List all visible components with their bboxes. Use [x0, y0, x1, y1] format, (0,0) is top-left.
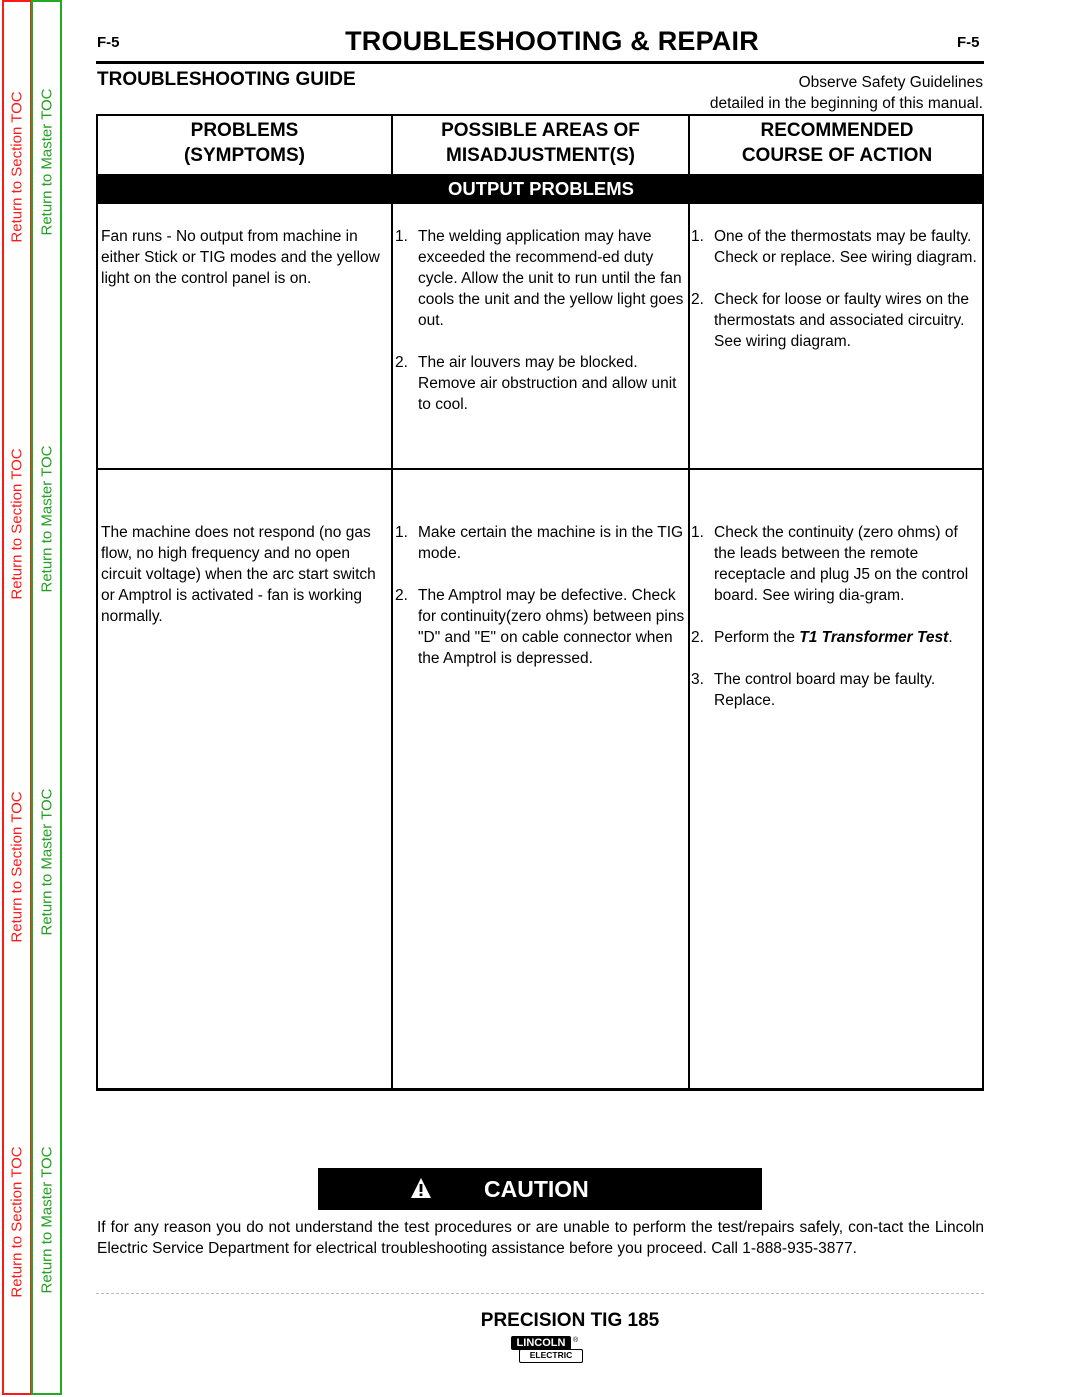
caution-banner: CAUTION: [318, 1168, 762, 1210]
list-item: 2. The Amptrol may be defective. Check f…: [395, 585, 687, 669]
section-band-output-problems: OUTPUT PROBLEMS: [98, 174, 984, 204]
column-header-line: RECOMMENDED: [760, 120, 914, 141]
item-number: 1.: [395, 524, 408, 541]
item-text: The welding application may have exceede…: [418, 228, 684, 329]
row-divider: [98, 468, 984, 470]
column-header-line: COURSE OF ACTION: [741, 145, 933, 166]
t1-transformer-test-reference[interactable]: T1 Transformer Test: [799, 629, 948, 646]
item-text: Check the continuity (zero ohms) of the …: [714, 524, 969, 604]
table-row-1-causes: 1. The welding application may have exce…: [395, 226, 687, 415]
footer-divider: [96, 1293, 984, 1294]
master-toc-bar: Return to Master TOC Return to Master TO…: [31, 0, 62, 1395]
item-number: 1.: [691, 228, 704, 245]
table-row-2-causes: 1. Make certain the machine is in the TI…: [395, 522, 687, 669]
item-text: The air louvers may be blocked. Remove a…: [418, 354, 677, 413]
item-number: 2.: [691, 291, 704, 308]
list-item: 2. Check for loose or faulty wires on th…: [691, 289, 983, 352]
item-text: One of the thermostats may be faulty. Ch…: [714, 228, 977, 266]
table-row-2-symptom: The machine does not respond (no gas flo…: [101, 524, 376, 625]
section-toc-bar: Return to Section TOC Return to Section …: [2, 0, 32, 1395]
product-name: PRECISION TIG 185: [480, 1310, 660, 1331]
page-number-right: F-5: [957, 34, 980, 51]
list-item: 2. Perform the T1 Transformer Test.: [691, 627, 983, 648]
list-item: 1. One of the thermostats may be faulty.…: [691, 226, 983, 268]
item-number: 1.: [691, 524, 704, 541]
item-text-prefix: Perform the: [714, 629, 800, 646]
item-number: 2.: [691, 629, 704, 646]
safety-note-line2: detailed in the beginning of this manual…: [709, 95, 983, 112]
item-text: The control board may be faulty. Replace…: [714, 671, 936, 709]
item-number: 3.: [691, 671, 704, 688]
return-to-section-toc-link[interactable]: Return to Section TOC: [9, 91, 26, 242]
item-text: Check for loose or faulty wires on the t…: [714, 291, 970, 350]
table-row-1-symptom: Fan runs - No output from machine in eit…: [101, 228, 380, 287]
table-row-2-actions: 1. Check the continuity (zero ohms) of t…: [691, 522, 983, 711]
column-header-course-of-action: RECOMMENDED COURSE OF ACTION: [690, 116, 984, 174]
column-header-line: PROBLEMS: [190, 120, 299, 141]
return-to-master-toc-link[interactable]: Return to Master TOC: [38, 1147, 55, 1294]
column-header-problems: PROBLEMS (SYMPTOMS): [98, 116, 391, 174]
column-divider: [688, 204, 690, 1091]
lincoln-electric-logo: ELECTRIC LINCOLN ®: [511, 1336, 587, 1366]
column-header-line: (SYMPTOMS): [183, 145, 306, 166]
return-to-section-toc-link[interactable]: Return to Section TOC: [9, 791, 26, 942]
safety-note: Observe Safety Guidelines detailed in th…: [710, 72, 983, 114]
logo-electric: ELECTRIC: [519, 1349, 583, 1363]
registered-mark: ®: [573, 1337, 579, 1344]
item-text: Make certain the machine is in the TIG m…: [418, 524, 684, 562]
item-text-suffix: .: [948, 629, 953, 646]
header-rule: [96, 61, 984, 64]
return-to-master-toc-link[interactable]: Return to Master TOC: [38, 446, 55, 593]
caution-label: CAUTION: [484, 1176, 589, 1202]
item-text: The Amptrol may be defective. Check for …: [418, 587, 685, 667]
column-divider: [391, 204, 393, 1091]
warning-triangle-icon: [411, 1178, 431, 1198]
return-to-section-toc-link[interactable]: Return to Section TOC: [9, 448, 26, 599]
safety-note-line1: Observe Safety Guidelines: [798, 74, 983, 91]
page-title: TROUBLESHOOTING & REPAIR: [345, 26, 759, 56]
caution-text: If for any reason you do not understand …: [97, 1219, 984, 1257]
list-item: 1. The welding application may have exce…: [395, 226, 687, 331]
item-number: 2.: [395, 354, 408, 371]
list-item: 3. The control board may be faulty. Repl…: [691, 669, 983, 711]
return-to-section-toc-link[interactable]: Return to Section TOC: [9, 1146, 26, 1297]
list-item: 2. The air louvers may be blocked. Remov…: [395, 352, 687, 415]
return-to-master-toc-link[interactable]: Return to Master TOC: [38, 89, 55, 236]
table-row-1-actions: 1. One of the thermostats may be faulty.…: [691, 226, 983, 352]
list-item: 1. Check the continuity (zero ohms) of t…: [691, 522, 983, 606]
item-number: 1.: [395, 228, 408, 245]
column-header-line: MISADJUSTMENT(S): [446, 145, 635, 166]
column-divider: [391, 116, 393, 174]
item-number: 2.: [395, 587, 408, 604]
list-item: 1. Make certain the machine is in the TI…: [395, 522, 687, 564]
return-to-master-toc-link[interactable]: Return to Master TOC: [38, 789, 55, 936]
logo-lincoln: LINCOLN: [511, 1336, 571, 1350]
column-header-line: POSSIBLE AREAS OF: [441, 120, 640, 141]
troubleshooting-table: PROBLEMS (SYMPTOMS) POSSIBLE AREAS OF MI…: [96, 114, 984, 1091]
column-header-misadjustments: POSSIBLE AREAS OF MISADJUSTMENT(S): [393, 116, 688, 174]
item-text: Perform the T1 Transformer Test.: [714, 627, 983, 648]
section-heading: TROUBLESHOOTING GUIDE: [97, 69, 356, 90]
column-divider: [688, 116, 690, 174]
